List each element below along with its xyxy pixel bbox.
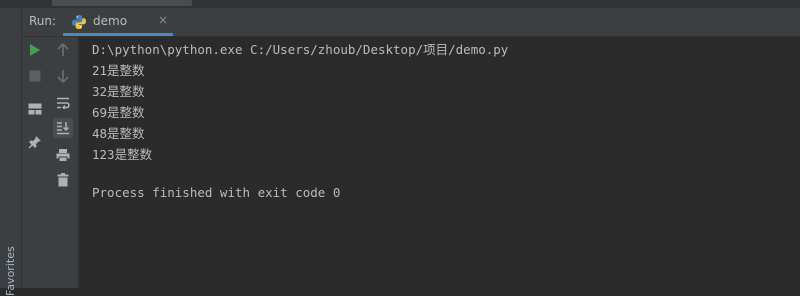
up-stack-trace-button[interactable]: [53, 40, 73, 60]
stop-button[interactable]: [25, 66, 45, 86]
favorites-tool-window-label[interactable]: Favorites: [4, 246, 17, 296]
run-tool-window-header: Run: demo ×: [22, 8, 800, 37]
close-icon[interactable]: ×: [158, 13, 168, 27]
pin-icon: [28, 136, 41, 149]
layout-button[interactable]: [25, 99, 45, 119]
console-line: 48是整数: [92, 126, 145, 141]
rerun-icon: [30, 44, 40, 56]
console-line: D:\python\python.exe C:/Users/zhoub/Desk…: [92, 42, 509, 57]
python-icon: [72, 15, 86, 29]
stop-icon: [29, 70, 41, 82]
trash-icon: [57, 173, 69, 187]
run-tab-demo[interactable]: demo ×: [63, 8, 173, 36]
run-toolbar-primary: [22, 37, 48, 288]
scroll-to-end-button[interactable]: [53, 118, 73, 138]
down-stack-trace-button[interactable]: [53, 66, 73, 86]
top-scrollbar[interactable]: [0, 0, 800, 8]
print-icon: [56, 149, 70, 162]
rerun-button[interactable]: [25, 40, 45, 60]
tab-label: demo: [93, 14, 128, 28]
process-exit-message: Process finished with exit code 0: [92, 185, 341, 200]
down-arrow-icon: [57, 70, 69, 83]
scroll-to-end-icon: [57, 122, 70, 135]
console-line: 21是整数: [92, 63, 145, 78]
layout-icon: [28, 103, 42, 115]
soft-wrap-button[interactable]: [53, 93, 73, 113]
scrollbar-thumb[interactable]: [52, 0, 192, 6]
favorites-side-bar: Favorites: [0, 8, 22, 296]
console-line: 69是整数: [92, 105, 145, 120]
clear-all-button[interactable]: [53, 170, 73, 190]
run-toolbar-secondary: [48, 37, 79, 288]
soft-wrap-icon: [57, 97, 70, 109]
console-output[interactable]: D:\python\python.exe C:/Users/zhoub/Desk…: [79, 37, 800, 288]
console-line: 123是整数: [92, 147, 153, 162]
up-arrow-icon: [57, 43, 69, 56]
console-line: 32是整数: [92, 84, 145, 99]
print-button[interactable]: [53, 145, 73, 165]
pin-tab-button[interactable]: [25, 132, 45, 152]
run-label: Run:: [29, 14, 57, 28]
